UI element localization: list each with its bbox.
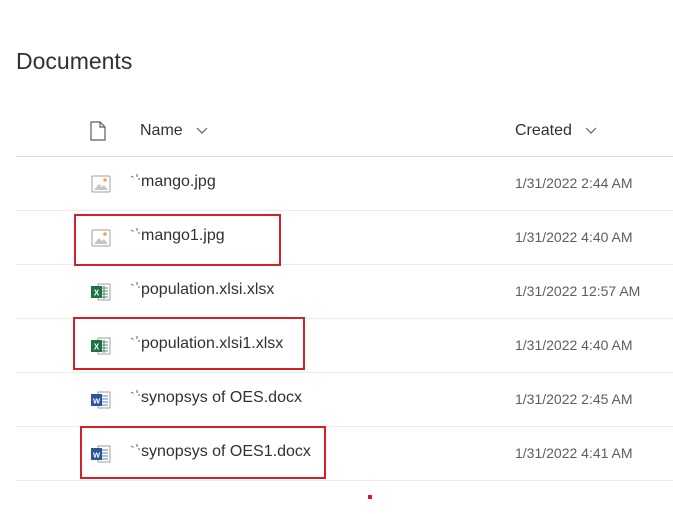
chevron-down-icon [196,122,208,140]
created-date: 1/31/2022 12:57 AM [515,283,641,299]
created-date: 1/31/2022 4:40 AM [515,337,633,353]
page-title: Documents [16,48,133,74]
chevron-down-icon [585,122,597,140]
file-name-link[interactable]: synopsys of OES.docx [141,389,302,407]
sync-icon [130,386,140,404]
excel-file-icon: X [90,281,112,303]
name-column-label: Name [140,122,183,140]
file-row[interactable]: mango.jpg 1/31/2022 2:44 AM [16,157,673,211]
file-name-link[interactable]: population.xlsi.xlsx [141,281,274,299]
created-date: 1/31/2022 4:40 AM [515,229,633,245]
sync-icon [130,170,140,188]
word-file-icon: W [90,389,112,411]
file-row[interactable]: X population.xlsi.xlsx 1/31/2022 12:57 A… [16,265,673,319]
column-header-row: Name Created [16,108,673,157]
sync-icon [130,278,140,296]
created-column-header[interactable]: Created [515,122,597,140]
svg-text:X: X [94,289,100,298]
created-date: 1/31/2022 2:44 AM [515,175,633,191]
image-file-icon [90,173,112,195]
file-name-link[interactable]: mango.jpg [141,173,216,191]
created-column-label: Created [515,122,572,140]
created-date: 1/31/2022 4:41 AM [515,445,633,461]
created-date: 1/31/2022 2:45 AM [515,391,633,407]
svg-text:W: W [93,397,101,406]
highlight-box [74,214,281,266]
name-column-header[interactable]: Name [140,122,208,140]
highlight-box [73,317,305,370]
highlight-box [80,426,326,479]
file-type-icon[interactable] [90,121,106,146]
red-marker [368,495,372,499]
file-row[interactable]: W synopsys of OES.docx 1/31/2022 2:45 AM [16,373,673,427]
